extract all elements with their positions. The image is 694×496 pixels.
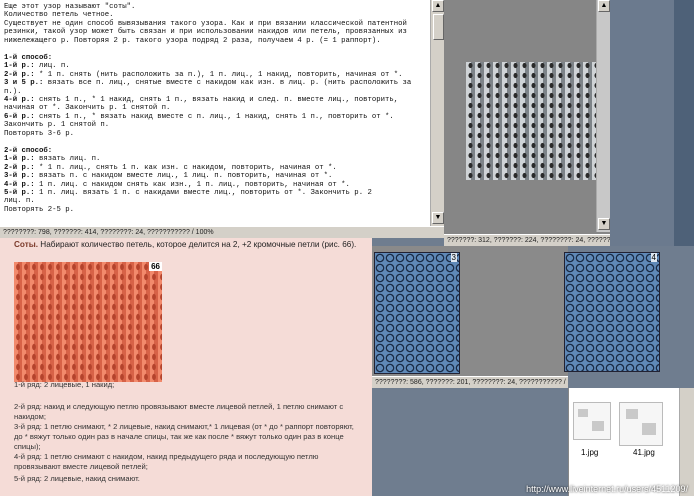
row-instruction-5: 5-й ряд: 2 лицевые, накид снимают. <box>14 474 140 483</box>
row-instruction-4: 4-й ряд: 1 петлю снимают с накидом, наки… <box>14 452 319 471</box>
knit-diagram-4: 4 <box>564 252 660 372</box>
text-status-bar: ????????: 798, ???????: 414, ????????: 2… <box>0 226 444 238</box>
text-line: 2-й способ: <box>4 146 53 155</box>
text-line: 2-й р.: * 1 п. лиц., снять 1 п. как изн.… <box>4 163 337 172</box>
text-line: 2-й р.: * 1 п. снять (нить расположить з… <box>4 70 403 79</box>
file-browser-window: 1.jpg 41.jpg <box>568 388 694 496</box>
text-line: 4-й р.: 1 п. лиц. с накидом снять как из… <box>4 180 350 189</box>
text-line: резинки, такой узор может быть связан и … <box>4 28 407 37</box>
row-instruction-1: 1-й ряд: 2 лицевые, 1 накид; <box>14 380 115 389</box>
text-viewer-window: Еще этот узор называют "соты". Количество… <box>0 0 445 238</box>
pattern-intro: Набирают количество петель, которое дели… <box>38 240 357 249</box>
web-page-window: Соты. Набирают количество петель, которо… <box>0 238 372 496</box>
scroll-down-icon[interactable]: ▼ <box>598 218 610 230</box>
text-line: Повторять 3-6 р. <box>4 129 75 138</box>
text-line: 3-й р.: вязать п. с накидом вместе лиц.,… <box>4 172 333 181</box>
text-content: Еще этот узор называют "соты". Количество… <box>0 0 430 226</box>
text-line: 3 и 5 р.: вязать все п. лиц., снятые вме… <box>4 79 412 88</box>
row-instruction-2: 2-й ряд: накид и следующую петлю провязы… <box>14 402 344 421</box>
diagram-viewer-window: 3 ????????: 586, ???????: 201, ????????:… <box>372 246 568 388</box>
desktop-background-right <box>610 0 694 246</box>
text-line: лиц. п. <box>4 197 35 206</box>
text-line: Закончить р. 1 снятой п. <box>4 121 110 130</box>
text-line: Количество петель четное. <box>4 11 114 20</box>
pattern-title: Соты. <box>14 240 38 249</box>
image-status-bar: ???????: 312, ???????: 224, ????????: 24… <box>444 234 610 246</box>
file-name[interactable]: 1.jpg <box>581 448 598 457</box>
knit-sample-photo: 66 <box>14 262 162 382</box>
file-name[interactable]: 41.jpg <box>633 448 655 457</box>
text-line <box>4 138 426 146</box>
folder-vertical-scrollbar[interactable] <box>679 388 694 496</box>
text-line: 1-й р.: вязать лиц. п. <box>4 155 101 164</box>
file-thumbnail[interactable] <box>573 402 611 440</box>
text-line: 1-й способ: <box>4 53 53 62</box>
text-line: п.). <box>4 87 22 96</box>
text-line <box>4 45 426 53</box>
row-instruction-3: 3-й ряд: 1 петлю снимают, * 2 лицевые, н… <box>14 422 354 451</box>
figure-number: 66 <box>149 262 162 271</box>
file-thumbnail[interactable] <box>619 402 663 446</box>
diagram-status-bar: ????????: 586, ???????: 201, ????????: 2… <box>372 376 568 388</box>
scroll-up-icon[interactable]: ▲ <box>432 0 444 12</box>
scroll-thumb[interactable] <box>433 14 444 40</box>
knit-pattern-image <box>466 62 598 180</box>
diagram-number: 3 <box>450 253 457 262</box>
image-viewer-window: ▲ ▼ ???????: 312, ???????: 224, ????????… <box>444 0 611 246</box>
side-panel <box>674 0 694 246</box>
source-url-watermark: http://www.liveinternet.ru/users/4511209… <box>526 484 688 494</box>
text-line: Повторять 2-5 р. <box>4 205 75 214</box>
text-line: начиная от *. Закончить р. 1 снятой п. <box>4 104 171 113</box>
image-vertical-scrollbar[interactable]: ▲ ▼ <box>596 0 611 232</box>
text-line: нижележащего р. Повторяя 2 р. такого узо… <box>4 36 381 45</box>
text-line: Еще этот узор называют "соты". <box>4 3 136 11</box>
knit-diagram-3: 3 <box>374 252 460 374</box>
pattern-heading: Соты. Набирают количество петель, которо… <box>14 240 370 250</box>
text-line: 5-й р.: 1 п. лиц. вязать 1 п. с накидами… <box>4 188 372 197</box>
text-vertical-scrollbar[interactable]: ▲ ▼ <box>430 0 445 226</box>
scroll-down-icon[interactable]: ▼ <box>432 212 444 224</box>
diagram-number: 4 <box>650 253 657 262</box>
text-line: 1-й р.: лиц. п. <box>4 62 70 71</box>
scroll-up-icon[interactable]: ▲ <box>598 0 610 12</box>
